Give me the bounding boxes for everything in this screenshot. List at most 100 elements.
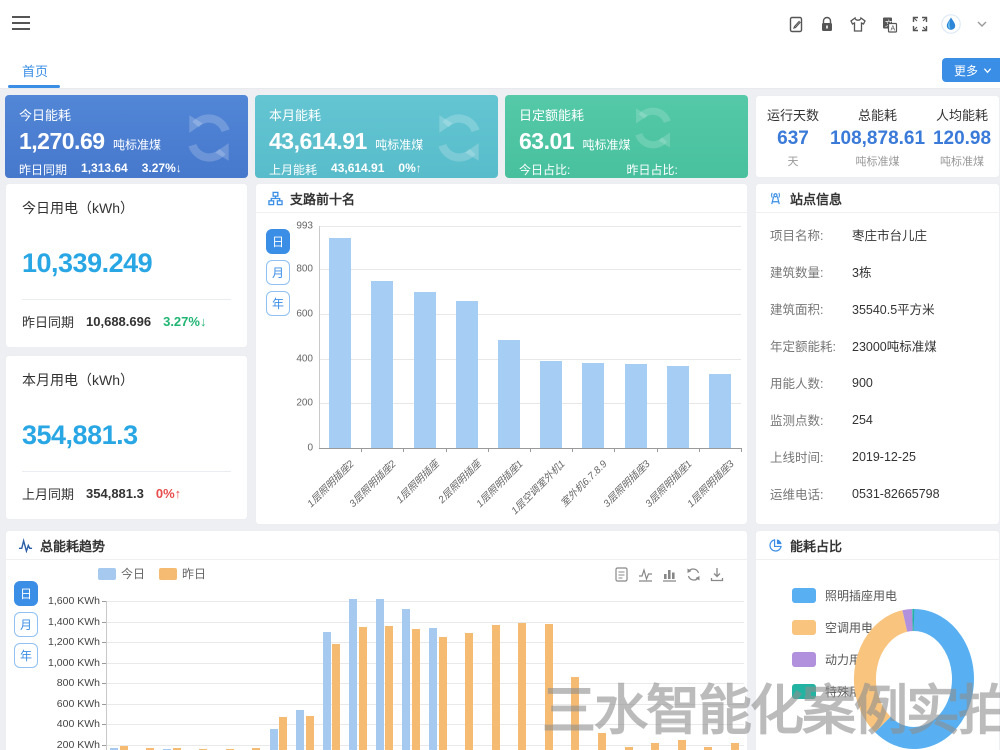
site-info-value: 254 [852, 413, 873, 427]
trend-bar-yesterday[interactable] [359, 627, 367, 750]
site-info-value: 0531-82665798 [852, 487, 940, 501]
y-axis-tick-label: 400 KWh [38, 718, 100, 730]
site-info-value: 900 [852, 376, 873, 390]
logo-water-drop[interactable] [941, 14, 961, 34]
trend-bar-yesterday[interactable] [412, 629, 420, 750]
branch-bar[interactable] [498, 340, 520, 448]
site-info-label: 监测点数: [770, 410, 852, 429]
tab-home[interactable]: 首页 [12, 57, 58, 84]
y-axis-tick-label: 200 KWh [38, 739, 100, 750]
dropdown-chevron-icon[interactable] [972, 14, 992, 34]
trend-bar-yesterday[interactable] [492, 625, 500, 750]
card-value: 354,881.3 [22, 420, 231, 451]
recycle-icon [628, 103, 678, 153]
branch-bar[interactable] [667, 366, 689, 448]
tab-active-underline [8, 85, 60, 88]
branch-bar[interactable] [414, 292, 436, 448]
card-title: 今日用电（kWh） [22, 198, 231, 218]
theme-icon[interactable] [848, 14, 868, 34]
donut-segment-空调用电[interactable] [865, 621, 905, 725]
trend-panel: 总能耗趋势 今日昨日 日月年 1,600 KWh1,400 KWh1,200 K… [5, 530, 748, 750]
x-axis-tick [699, 448, 700, 452]
signal-tower-icon [768, 191, 783, 206]
card-title: 日定额能耗 [519, 105, 734, 124]
trend-bar-today[interactable] [296, 710, 304, 750]
card-unit: 吨标准煤 [583, 138, 631, 152]
trend-bar-yesterday[interactable] [625, 747, 633, 750]
summary-value: 637 [756, 128, 830, 150]
x-axis-tick [657, 448, 658, 452]
site-info-value: 23000吨标准煤 [852, 336, 937, 355]
menu-toggle-icon[interactable] [12, 16, 32, 32]
month-electricity-card: 本月用电（kWh） 354,881.3 上月同期 354,881.3 0%↑ [5, 355, 248, 520]
trend-bar-yesterday[interactable] [465, 633, 473, 750]
trend-bar-today[interactable] [429, 628, 437, 750]
trend-bar-yesterday[interactable] [678, 740, 686, 750]
card-unit: 吨标准煤 [375, 138, 423, 152]
trend-bar-yesterday[interactable] [385, 626, 393, 750]
trend-bar-yesterday[interactable] [731, 743, 739, 750]
recycle-icon [180, 109, 238, 167]
today-electricity-card: 今日用电（kWh） 10,339.249 昨日同期 10,688.696 3.2… [5, 183, 248, 348]
gridline [106, 745, 744, 746]
trend-bar-yesterday[interactable] [651, 743, 659, 750]
site-info-label: 建筑面积: [770, 299, 852, 318]
trend-bar-today[interactable] [323, 632, 331, 750]
y-axis-tick-label: 0 [273, 443, 313, 454]
branch-bar[interactable] [709, 374, 731, 448]
trend-bar-yesterday[interactable] [120, 746, 128, 750]
branch-bar[interactable] [540, 361, 562, 448]
trend-bar-yesterday[interactable] [332, 644, 340, 750]
translate-icon[interactable]: 文A [879, 14, 899, 34]
gridline [106, 704, 744, 705]
card-value: 10,339.249 [22, 248, 231, 279]
trend-bar-today[interactable] [349, 599, 357, 750]
gridline [106, 663, 744, 664]
more-button[interactable]: 更多 [942, 58, 1000, 82]
donut-segment-动力用电[interactable] [905, 620, 913, 621]
summary-total-energy: 总能耗 108,878.61 吨标准煤 [830, 96, 925, 177]
trend-bar-yesterday[interactable] [545, 624, 553, 750]
site-info-panel: 站点信息 项目名称:枣庄市台儿庄建筑数量:3栋建筑面积:35540.5平方米年定… [755, 183, 1000, 525]
chevron-down-icon [983, 66, 992, 75]
energy-share-donut[interactable] [756, 559, 999, 750]
branch-bar[interactable] [329, 238, 351, 448]
gridline [106, 601, 744, 602]
energy-share-panel: 能耗占比 照明插座用电空调用电动力用电特殊用电 [755, 530, 1000, 750]
summary-label: 人均能耗 [925, 105, 999, 124]
summary-unit: 吨标准煤 [925, 153, 999, 169]
branch-bar[interactable] [371, 281, 393, 448]
pulse-icon [18, 538, 33, 553]
trend-bar-today[interactable] [402, 609, 410, 750]
trend-bar-today[interactable] [270, 729, 278, 750]
site-info-row: 项目名称:枣庄市台儿庄 [756, 216, 999, 253]
branch-bar[interactable] [582, 363, 604, 448]
tabbar: 首页 更多 [0, 48, 1000, 89]
note-icon[interactable] [786, 14, 806, 34]
donut-segment-照明插座用电[interactable] [883, 620, 963, 738]
lock-icon[interactable] [817, 14, 837, 34]
card-sub-label: 上月同期 [22, 484, 74, 503]
dashboard-root: 文A 首页 更多 今日能耗 1,270.69 吨标准煤 昨日 [0, 0, 1000, 750]
trend-bar-yesterday[interactable] [598, 733, 606, 750]
trend-bar-yesterday[interactable] [704, 747, 712, 750]
branch-bar[interactable] [456, 301, 478, 448]
divider [22, 471, 231, 472]
site-info-row: 建筑数量:3栋 [756, 253, 999, 290]
y-axis-tick-label: 800 KWh [38, 677, 100, 689]
fullscreen-icon[interactable] [910, 14, 930, 34]
x-axis-tick [614, 448, 615, 452]
trend-bar-yesterday[interactable] [279, 717, 287, 750]
trend-bar-yesterday[interactable] [571, 677, 579, 750]
branch-bar[interactable] [625, 364, 647, 448]
site-info-label: 用能人数: [770, 373, 852, 392]
pie-icon [768, 538, 783, 553]
summary-panel: 运行天数 637 天 总能耗 108,878.61 吨标准煤 人均能耗 120.… [755, 95, 1000, 178]
trend-bar-today[interactable] [376, 599, 384, 750]
site-info-label: 建筑数量: [770, 262, 852, 281]
trend-bar-yesterday[interactable] [306, 716, 314, 750]
trend-bar-yesterday[interactable] [518, 623, 526, 750]
trend-bar-yesterday[interactable] [439, 637, 447, 750]
svg-text:A: A [890, 25, 895, 32]
quota-energy-card: 日定额能耗 63.01 吨标准煤 今日占比: 2,016.54% 昨日占比: 2… [505, 95, 748, 178]
